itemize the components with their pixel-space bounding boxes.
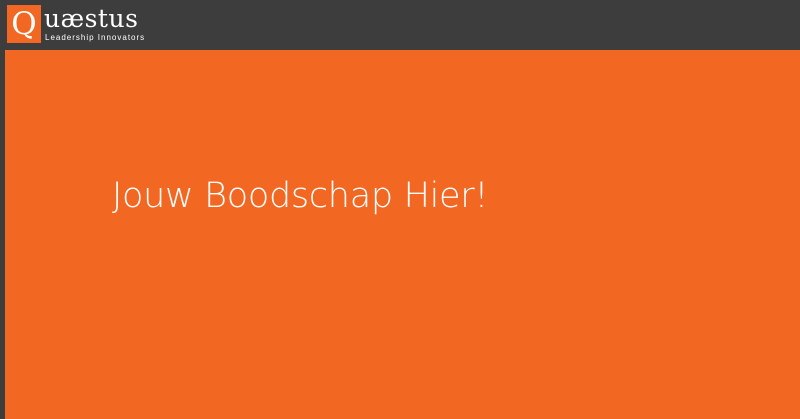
logo-tagline: Leadership Innovators bbox=[45, 33, 146, 42]
logo-name: uæstus bbox=[44, 4, 139, 33]
header-bar: Q uæstus Leadership Innovators bbox=[0, 0, 800, 50]
banner bbox=[5, 50, 800, 419]
banner-message: Jouw Boodschap Hier! bbox=[112, 176, 489, 216]
page: Q uæstus Leadership Innovators Jouw Bood… bbox=[0, 0, 800, 419]
brand-logo[interactable]: Q uæstus Leadership Innovators bbox=[7, 5, 145, 45]
logo-text: uæstus Leadership Innovators bbox=[44, 5, 145, 43]
logo-initial: Q bbox=[7, 5, 41, 43]
